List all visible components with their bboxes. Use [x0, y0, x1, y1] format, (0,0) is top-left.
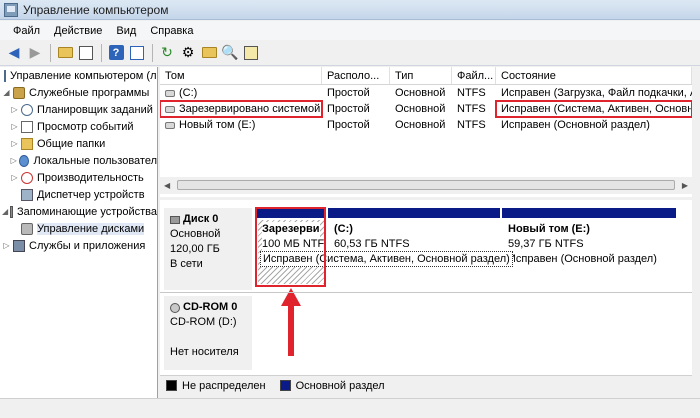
storage-icon [10, 205, 13, 218]
console-icon[interactable] [127, 43, 147, 63]
computer-icon [4, 69, 6, 82]
search-icon[interactable]: 🔍 [220, 43, 240, 63]
menu-view[interactable]: Вид [109, 25, 143, 37]
back-arrow-icon[interactable]: ◀ [4, 43, 24, 63]
column-header-status[interactable]: Состояние [496, 67, 692, 84]
event-viewer-icon [21, 120, 33, 133]
table-row[interactable]: (C:) Простой Основной NTFS Исправен (Заг… [160, 85, 692, 101]
performance-icon [21, 171, 33, 184]
volume-list-vertical-scrollbar[interactable] [692, 67, 700, 197]
status-bar [0, 398, 700, 418]
tools-icon [13, 86, 25, 99]
column-header-filesystem[interactable]: Файл... [452, 67, 496, 84]
disk-management-icon [21, 222, 33, 235]
computer-management-icon [4, 2, 18, 17]
scrollbar-thumb[interactable] [177, 180, 675, 190]
legend-swatch-primary [279, 380, 291, 391]
highlighted-volume-name: Зарезервировано системой [160, 100, 323, 118]
toolbar-separator [101, 43, 102, 62]
disk-0-label[interactable]: Диск 0 Основной 120,00 ГБ В сети [164, 208, 252, 290]
properties-icon[interactable]: ⚙ [178, 43, 198, 63]
up-folder-icon[interactable] [55, 43, 75, 63]
toolbar: ◀ ▶ ? ↻ ⚙ 🔍 [0, 40, 700, 66]
tree-item-storage[interactable]: ◢ Запоминающие устройства [0, 203, 157, 220]
tree-item-performance[interactable]: ▷ Производительность [0, 169, 157, 186]
refresh-icon[interactable]: ↻ [157, 43, 177, 63]
show-tree-icon[interactable] [76, 43, 96, 63]
open-folder-icon[interactable] [199, 43, 219, 63]
legend-label-primary: Основной раздел [295, 379, 385, 392]
services-icon [13, 239, 25, 252]
toolbar-separator [152, 43, 153, 62]
collapsed-arrow-icon[interactable]: ▷ [10, 156, 17, 165]
shared-folder-icon [21, 137, 33, 150]
expanded-arrow-icon[interactable]: ◢ [2, 88, 11, 97]
divider [160, 292, 692, 293]
navigation-tree: Управление компьютером (ло ◢ Служебные п… [0, 67, 158, 418]
drive-icon [165, 89, 175, 97]
highlighted-volume-status: Исправен (Система, Активен, Основн [495, 100, 692, 118]
column-header-layout[interactable]: Располо... [322, 67, 390, 84]
drive-icon [165, 105, 175, 113]
highlight-box-reserved-partition [255, 207, 326, 287]
cdrom-0-label[interactable]: CD-ROM 0 CD-ROM (D:) Нет носителя [164, 296, 252, 370]
volume-list-header: Том Располо... Тип Файл... Состояние [160, 67, 692, 85]
volume-list: Том Располо... Тип Файл... Состояние (C:… [160, 67, 692, 197]
red-arrow-icon [281, 288, 301, 356]
table-row[interactable]: Новый том (E:) Простой Основной NTFS Исп… [160, 117, 692, 133]
partition-e[interactable]: Новый том (E:) 59,37 ГБ NTFS Исправен (О… [504, 220, 676, 284]
drive-icon [165, 121, 175, 129]
disk-map: Диск 0 Основной 120,00 ГБ В сети Зарезер… [160, 200, 692, 393]
expanded-arrow-icon[interactable]: ◢ [2, 207, 8, 216]
export-icon[interactable] [241, 43, 261, 63]
tree-item-local-users[interactable]: ▷ Локальные пользовател [0, 152, 157, 169]
menu-bar: Файл Действие Вид Справка [0, 21, 700, 40]
menu-help[interactable]: Справка [143, 25, 200, 37]
legend-label-unallocated: Не распределен [182, 379, 266, 392]
menu-action[interactable]: Действие [47, 25, 109, 37]
tree-item-task-scheduler[interactable]: ▷ Планировщик заданий [0, 101, 157, 118]
device-manager-icon [21, 188, 33, 201]
legend-swatch-unallocated [166, 380, 177, 391]
cd-drive-icon [170, 302, 180, 313]
column-header-volume[interactable]: Том [160, 67, 322, 84]
forward-arrow-icon[interactable]: ▶ [25, 43, 45, 63]
menu-file[interactable]: Файл [6, 25, 47, 37]
column-header-type[interactable]: Тип [390, 67, 452, 84]
tree-item-disk-management[interactable]: Управление дисками [0, 220, 157, 237]
scroll-right-icon[interactable]: ▶ [682, 181, 688, 190]
partition-bar-e [502, 208, 676, 218]
tree-item-services-apps[interactable]: ▷ Службы и приложения [0, 237, 157, 254]
window-title: Управление компьютером [23, 2, 169, 17]
clock-icon [21, 103, 33, 116]
tree-item-computer-management[interactable]: Управление компьютером (ло [0, 67, 157, 84]
table-row[interactable]: Зарезервировано системой Простой Основно… [160, 100, 692, 118]
tree-item-system-tools[interactable]: ◢ Служебные программы [0, 84, 157, 101]
legend: Не распределен Основной раздел [160, 375, 692, 395]
title-bar: Управление компьютером [0, 0, 700, 20]
collapsed-arrow-icon[interactable]: ▷ [10, 173, 19, 182]
volume-list-horizontal-scrollbar[interactable]: ◀ ▶ [160, 177, 692, 194]
collapsed-arrow-icon[interactable]: ▷ [10, 122, 19, 131]
tree-item-event-viewer[interactable]: ▷ Просмотр событий [0, 118, 157, 135]
collapsed-arrow-icon[interactable]: ▷ [10, 105, 19, 114]
partition-bar-c [328, 208, 500, 218]
help-icon[interactable]: ? [106, 43, 126, 63]
toolbar-separator [50, 43, 51, 62]
hard-disk-icon [170, 215, 180, 224]
collapsed-arrow-icon[interactable]: ▷ [2, 241, 11, 250]
users-icon [19, 154, 30, 167]
tree-item-device-manager[interactable]: Диспетчер устройств [0, 186, 157, 203]
scroll-left-icon[interactable]: ◀ [164, 181, 170, 190]
collapsed-arrow-icon[interactable]: ▷ [10, 139, 19, 148]
tree-item-shared-folders[interactable]: ▷ Общие папки [0, 135, 157, 152]
